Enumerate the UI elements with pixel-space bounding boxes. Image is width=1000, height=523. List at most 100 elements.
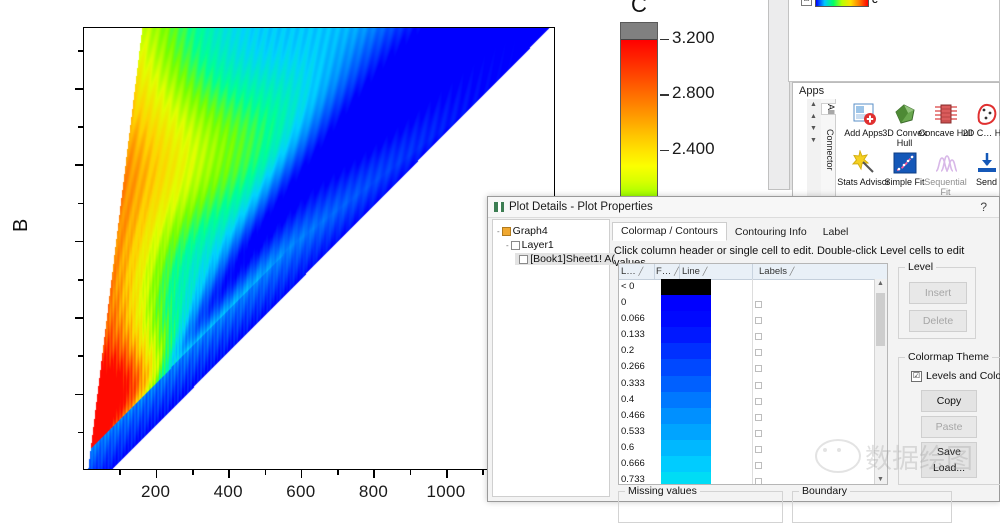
paste-theme-button[interactable]: Paste	[921, 416, 977, 438]
label-toggle-dot[interactable]	[755, 397, 762, 405]
column-divider[interactable]	[752, 264, 753, 279]
label-toggle-dot[interactable]	[755, 333, 762, 341]
legend-item-c[interactable]: ☑ C	[801, 0, 878, 7]
fill-color-swatch[interactable]	[661, 423, 711, 440]
table-row[interactable]: 0.133	[619, 327, 875, 344]
levels-table[interactable]: L… ╱ F… ╱ Line ╱ Labels ╱ < 0 0 0.066 0.133 0.2…	[618, 263, 888, 485]
level-value[interactable]: 0.2	[621, 345, 634, 356]
plot-details-dialog[interactable]: Plot Details - Plot Properties ? - Graph4…	[487, 196, 1000, 523]
table-header-2[interactable]: Line ╱	[682, 266, 707, 277]
contour-plot-canvas[interactable]	[84, 28, 554, 469]
tab-colormap-contours[interactable]: Colormap / Contours	[612, 222, 727, 241]
sort-icon[interactable]: ╱	[638, 267, 643, 276]
fill-color-swatch[interactable]	[661, 472, 711, 484]
level-value[interactable]: 0.666	[621, 458, 645, 469]
fill-color-swatch[interactable]	[661, 295, 711, 312]
tree-node-0[interactable]: - Graph4	[497, 225, 548, 237]
table-row[interactable]: 0.733	[619, 472, 875, 484]
table-row[interactable]: < 0	[619, 279, 875, 296]
expand-icon[interactable]	[515, 255, 517, 264]
apps-vertical-tabs[interactable]: All Connector	[821, 99, 837, 197]
scroll-down-icon[interactable]: ▼	[877, 476, 884, 483]
sort-icon[interactable]: ╱	[790, 267, 795, 276]
table-row[interactable]: 0.333	[619, 375, 875, 392]
scroll-top-icon[interactable]: ▲	[810, 101, 817, 108]
column-divider[interactable]	[679, 264, 680, 279]
insert-level-button[interactable]: Insert	[909, 282, 967, 304]
label-toggle-dot[interactable]	[755, 349, 762, 357]
delete-level-button[interactable]: Delete	[909, 310, 967, 332]
fill-color-swatch[interactable]	[661, 311, 711, 328]
table-row[interactable]: 0	[619, 295, 875, 312]
fill-color-swatch[interactable]	[661, 327, 711, 344]
app-item-2d-concave-hull[interactable]: 2D C… H…	[959, 101, 1000, 138]
levels-table-header[interactable]: L… ╱ F… ╱ Line ╱ Labels ╱	[619, 264, 887, 280]
fill-color-swatch[interactable]	[661, 279, 711, 296]
help-icon[interactable]: ?	[980, 200, 987, 214]
label-toggle-dot[interactable]	[755, 445, 762, 453]
colorbar-scale[interactable]	[620, 22, 658, 205]
sort-icon[interactable]: ╱	[703, 267, 708, 276]
label-toggle-dot[interactable]	[755, 365, 762, 373]
scroll-up-icon[interactable]: ▲	[877, 280, 884, 287]
dialog-titlebar[interactable]: Plot Details - Plot Properties ?	[488, 197, 999, 218]
level-value[interactable]: < 0	[621, 281, 634, 292]
dialog-tabs[interactable]: Colormap / Contours Contouring Info Label	[612, 222, 857, 241]
level-value[interactable]: 0.466	[621, 410, 645, 421]
fill-color-swatch[interactable]	[661, 359, 711, 376]
label-toggle-dot[interactable]	[755, 317, 762, 325]
colorbar[interactable]: C 3.2002.8002.4002.000	[615, 0, 745, 213]
level-value[interactable]: 0.133	[621, 329, 645, 340]
levels-and-colors-only-checkbox[interactable]: ☑	[911, 370, 922, 382]
apps-panel[interactable]: Apps ▲ ▲ ▼ ▼ All Connector Add Apps 3D Con…	[792, 82, 1000, 197]
label-toggle-dot[interactable]	[755, 478, 762, 484]
contour-plot-frame[interactable]	[83, 27, 555, 470]
tree-node-1[interactable]: - Layer1	[506, 239, 554, 251]
table-row[interactable]: 0.666	[619, 456, 875, 473]
label-toggle-dot[interactable]	[755, 429, 762, 437]
graph-tools-toolbar[interactable]	[768, 0, 790, 190]
tree-node-2[interactable]: [Book1]Sheet1! A(	[515, 253, 615, 265]
table-row[interactable]: 0.466	[619, 407, 875, 424]
expand-icon[interactable]: -	[506, 241, 509, 250]
fill-color-swatch[interactable]	[661, 391, 711, 408]
table-row[interactable]: 0.066	[619, 311, 875, 328]
level-value[interactable]: 0.533	[621, 426, 645, 437]
fill-color-swatch[interactable]	[661, 343, 711, 360]
legend-checkbox[interactable]: ☑	[801, 0, 812, 6]
levels-table-rows[interactable]: < 0 0 0.066 0.133 0.2 0.266 0.333 0.4 0.466 0.533…	[619, 279, 875, 484]
level-value[interactable]: 0.4	[621, 394, 634, 405]
column-divider[interactable]	[654, 264, 655, 279]
fill-color-swatch[interactable]	[661, 439, 711, 457]
label-toggle-dot[interactable]	[755, 413, 762, 421]
table-row[interactable]: 0.533	[619, 423, 875, 440]
table-row[interactable]: 0.266	[619, 359, 875, 376]
levels-table-scrollbar[interactable]: ▲ ▼	[874, 279, 887, 484]
level-value[interactable]: 0.066	[621, 313, 645, 324]
level-value[interactable]: 0.6	[621, 442, 634, 453]
fill-color-swatch[interactable]	[661, 407, 711, 424]
copy-theme-button[interactable]: Copy	[921, 390, 977, 412]
legend-panel[interactable]: ☑ C	[788, 0, 1000, 82]
level-value[interactable]: 0.266	[621, 361, 645, 372]
apps-icon-grid[interactable]: Add Apps 3D Convex Hull Concave Hull 2D C… …	[836, 99, 1000, 197]
apps-scroll-nav[interactable]: ▲ ▲ ▼ ▼	[807, 99, 822, 197]
apps-vtab-connector[interactable]: Connector	[821, 129, 835, 171]
scroll-down-icon[interactable]: ▼	[810, 125, 817, 132]
fill-color-swatch[interactable]	[661, 375, 711, 392]
tab-label[interactable]: Label	[815, 224, 857, 241]
scroll-up-icon[interactable]: ▲	[810, 113, 817, 120]
table-row[interactable]: 0.6	[619, 439, 875, 457]
table-header-1[interactable]: F… ╱	[656, 266, 679, 277]
level-value[interactable]: 0	[621, 297, 626, 308]
expand-icon[interactable]: -	[497, 227, 500, 236]
table-header-0[interactable]: L… ╱	[621, 266, 643, 277]
load-theme-button[interactable]: Load...	[921, 458, 977, 478]
level-value[interactable]: 0.333	[621, 378, 645, 389]
levels-and-colors-only-row[interactable]: ☑ Levels and Colors Only	[911, 370, 1000, 382]
table-row[interactable]: 0.2	[619, 343, 875, 360]
scroll-bottom-icon[interactable]: ▼	[810, 137, 817, 144]
apps-vtab-all[interactable]: All	[821, 103, 837, 116]
scrollbar-thumb[interactable]	[876, 293, 885, 346]
fill-color-swatch[interactable]	[661, 456, 711, 473]
